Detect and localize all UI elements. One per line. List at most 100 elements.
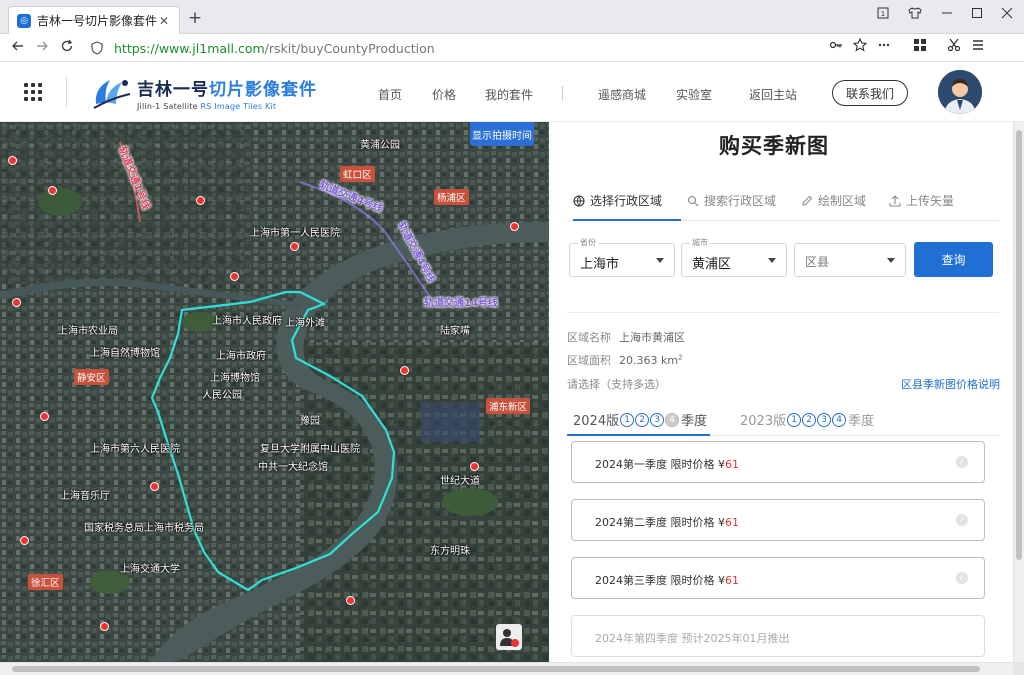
tab-list-icon[interactable]: 1: [870, 4, 896, 22]
map-marker-icon[interactable]: [12, 298, 21, 307]
province-label: 省份: [578, 238, 598, 248]
map-label: 国家税务总局上海市税务局: [84, 523, 204, 534]
map-label: 上海音乐厅: [60, 491, 110, 502]
map-label: 世纪大道: [440, 476, 480, 487]
quarter-card-q3[interactable]: 2024第三季度 限时价格 ¥61 ✓: [571, 557, 985, 599]
active-year-indicator: [567, 434, 710, 436]
show-capture-time-button[interactable]: 显示拍摄时间: [470, 122, 534, 146]
back-arrow-icon[interactable]: [8, 38, 28, 58]
apps-grid-icon[interactable]: [24, 83, 42, 101]
map-label: 东方明珠: [430, 546, 470, 557]
county-placeholder: 区县: [805, 255, 830, 269]
more-icon[interactable]: [874, 38, 894, 58]
map-marker-icon[interactable]: [470, 462, 479, 471]
chevron-down-icon: [887, 258, 895, 263]
reload-icon[interactable]: [57, 38, 77, 58]
browser-nav-bar: https:// www.jl1mall.com /rskit/buyCount…: [0, 34, 1024, 62]
map-marker-icon[interactable]: [400, 366, 409, 375]
chevron-down-icon: [656, 258, 664, 263]
forward-arrow-icon[interactable]: [32, 38, 52, 58]
tab-select-region[interactable]: 选择行政区域: [573, 192, 662, 209]
menu-icon[interactable]: [968, 38, 988, 58]
scissors-icon[interactable]: [944, 38, 964, 58]
map-marker-icon[interactable]: [230, 272, 239, 281]
url-host: www.jl1mall.com: [158, 40, 265, 56]
tab-title: 吉林一号切片影像套件: [37, 14, 157, 28]
map-marker-icon[interactable]: [48, 186, 57, 195]
city-select[interactable]: 城市 黄浦区: [681, 238, 787, 277]
star-icon[interactable]: [850, 37, 870, 58]
active-tab-indicator: [573, 219, 681, 221]
scroll-thumb[interactable]: [12, 666, 980, 672]
location-user-icon[interactable]: [496, 624, 522, 650]
url-path: /rskit/buyCountyProduction: [264, 40, 435, 56]
map-marker-icon[interactable]: [40, 412, 49, 421]
map-label: 中共一大纪念馆: [258, 462, 328, 473]
tab-2023[interactable]: 2023版 1 2 3 4 季度: [740, 410, 874, 429]
map-tag-pudong: 浦东新区: [486, 398, 531, 414]
tab-draw-region[interactable]: 绘制区域: [801, 192, 866, 209]
tab-upload-vector[interactable]: 上传矢量: [889, 192, 954, 209]
map-label: 上海自然博物馆: [90, 348, 160, 359]
horizontal-scrollbar[interactable]: [0, 662, 1013, 675]
map-label: 上海博物馆: [210, 373, 260, 384]
check-icon: ✓: [956, 456, 968, 468]
map-marker-icon[interactable]: [346, 596, 355, 605]
nav-rs-mall[interactable]: 遥感商城: [598, 86, 646, 103]
upload-icon: [889, 194, 901, 207]
tab-search-region[interactable]: 搜索行政区域: [687, 192, 776, 209]
map-label: 上海交通大学: [120, 564, 180, 575]
map-marker-icon[interactable]: [100, 622, 109, 631]
quarter-card-q1[interactable]: 2024第一季度 限时价格 ¥61 ✓: [571, 441, 985, 483]
satellite-map[interactable]: 显示拍摄时间 静安区 虹口区 杨浦区 浦东新区 徐汇区 上海市人民政府 上海市政…: [0, 122, 549, 662]
area-size: 区域面积 20.363 km2: [567, 353, 683, 367]
vertical-scrollbar[interactable]: [1013, 122, 1024, 662]
map-label: 上海市政府: [216, 351, 266, 362]
header-divider: [66, 76, 67, 108]
nav-my-kit[interactable]: 我的套件: [485, 86, 533, 103]
year-tabs: 2024版 1 2 3 4 季度 2023版 1 2 3 4 季度: [567, 406, 999, 436]
minimize-icon[interactable]: [934, 4, 960, 22]
shirt-icon[interactable]: [902, 4, 928, 22]
map-tag-jingan: 静安区: [74, 369, 109, 385]
maximize-icon[interactable]: [964, 4, 990, 22]
nav-lab[interactable]: 实验室: [676, 86, 712, 103]
price-explanation-link[interactable]: 区县季新图价格说明: [901, 376, 1000, 392]
rail-label: 轨道交通14号线: [424, 298, 498, 309]
map-marker-icon[interactable]: [150, 482, 159, 491]
svg-text:1: 1: [881, 10, 885, 18]
nav-price[interactable]: 价格: [432, 86, 456, 103]
draw-icon: [802, 195, 813, 206]
brand[interactable]: 吉林一号切片影像套件 Jilin-1 Satellite RS Image Ti…: [137, 75, 317, 111]
map-marker-icon[interactable]: [8, 156, 17, 165]
close-window-icon[interactable]: [994, 4, 1020, 22]
query-button[interactable]: 查询: [914, 242, 993, 277]
address-bar[interactable]: https:// www.jl1mall.com /rskit/buyCount…: [86, 37, 900, 59]
map-marker-icon[interactable]: [196, 196, 205, 205]
area-name: 区域名称 上海市黄浦区: [567, 331, 685, 344]
key-icon[interactable]: [826, 38, 846, 58]
contact-us-button[interactable]: 联系我们: [832, 80, 908, 106]
quarter-card-q2[interactable]: 2024第二季度 限时价格 ¥61 ✓: [571, 499, 985, 541]
scroll-thumb[interactable]: [1016, 130, 1022, 560]
purchase-panel: 购买季新图 选择行政区域 搜索行政区域 绘制区域 上传矢量 省份 上海市 城市 …: [549, 122, 1013, 662]
map-marker-icon[interactable]: [290, 242, 299, 251]
avatar[interactable]: [938, 70, 982, 114]
province-select[interactable]: 省份 上海市: [569, 238, 675, 277]
map-label: 豫园: [300, 416, 320, 427]
browser-tab[interactable]: ◎ 吉林一号切片影像套件 ✕: [8, 6, 180, 34]
county-select[interactable]: 区县: [794, 243, 906, 277]
map-label: 人民公园: [202, 390, 242, 401]
nav-home[interactable]: 首页: [378, 86, 402, 103]
map-marker-icon[interactable]: [510, 222, 519, 231]
close-tab-icon[interactable]: ✕: [157, 14, 171, 28]
map-marker-icon[interactable]: [20, 536, 29, 545]
tab-2024[interactable]: 2024版 1 2 3 4 季度: [573, 410, 707, 429]
search-icon: [687, 195, 699, 206]
province-value: 上海市: [580, 257, 620, 272]
new-tab-button[interactable]: +: [186, 9, 204, 27]
nav-return-main[interactable]: 返回主站: [749, 86, 797, 103]
check-icon: ✓: [956, 514, 968, 526]
apps-icon[interactable]: [910, 38, 930, 58]
map-tag-yangpu: 杨浦区: [434, 189, 469, 205]
